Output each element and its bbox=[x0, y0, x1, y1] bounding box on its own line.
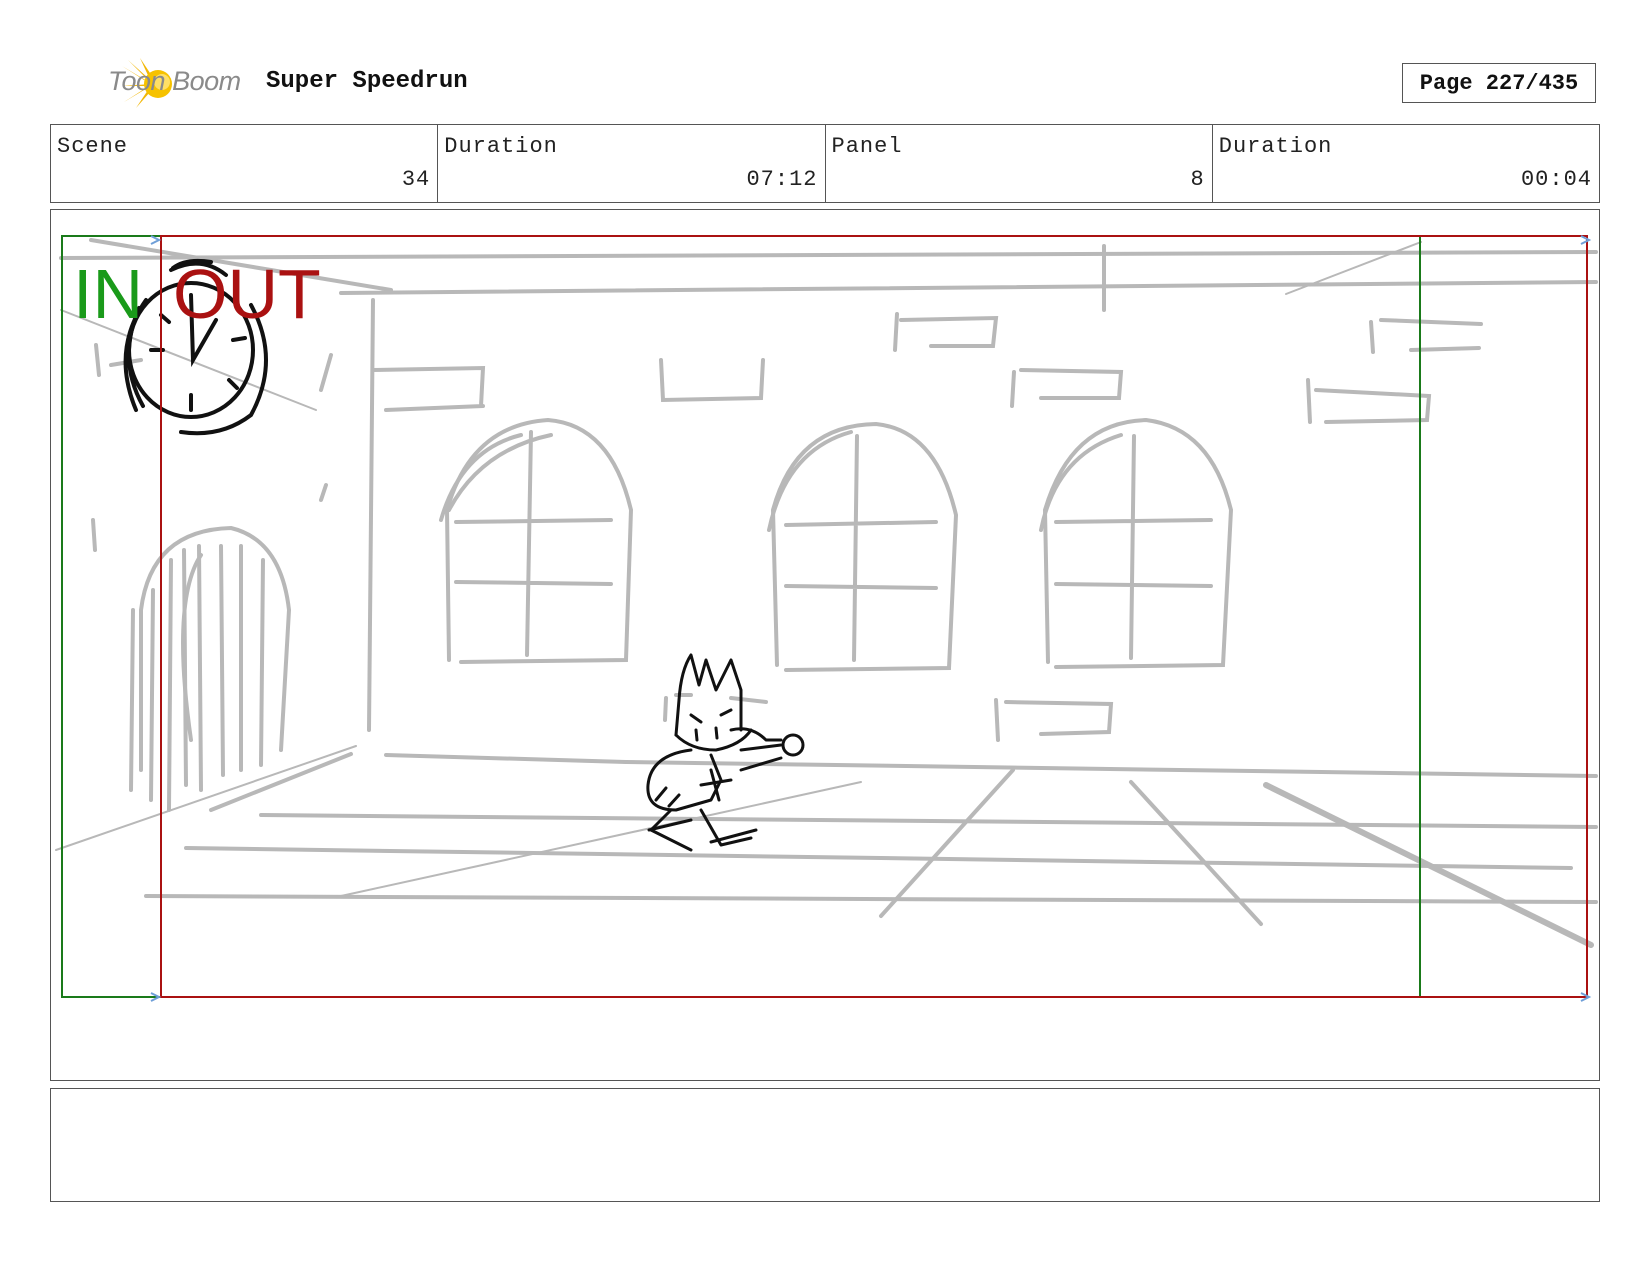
panel-value: 8 bbox=[1190, 167, 1205, 192]
panel-notes-box[interactable] bbox=[50, 1088, 1600, 1202]
out-marker: OUT bbox=[173, 255, 321, 333]
logo-wordmark: Toon Boom bbox=[108, 66, 241, 96]
panel-label: Panel bbox=[831, 134, 903, 159]
project-title: Super Speedrun bbox=[266, 68, 468, 95]
scene-label: Scene bbox=[57, 134, 129, 159]
panel-duration-label: Duration bbox=[1218, 134, 1333, 159]
panel-duration-value: 00:04 bbox=[1520, 167, 1592, 192]
scene-duration-value: 07:12 bbox=[746, 167, 818, 192]
scene-info-table: Scene 34 Duration 07:12 Panel 8 Duration… bbox=[50, 124, 1600, 203]
background-sketch bbox=[55, 238, 1598, 948]
panel-sketch: IN OUT bbox=[55, 235, 1598, 1002]
scene-value: 34 bbox=[401, 167, 431, 192]
in-marker: IN bbox=[73, 255, 143, 333]
panel-cell: Panel 8 bbox=[826, 125, 1213, 202]
page-number: Page 227/435 bbox=[1402, 63, 1596, 103]
panel-duration-cell: Duration 00:04 bbox=[1213, 125, 1599, 202]
scene-cell: Scene 34 bbox=[51, 125, 439, 202]
storyboard-panel: IN OUT bbox=[50, 209, 1600, 1081]
scene-duration-label: Duration bbox=[444, 134, 558, 159]
scene-duration-cell: Duration 07:12 bbox=[438, 125, 826, 202]
